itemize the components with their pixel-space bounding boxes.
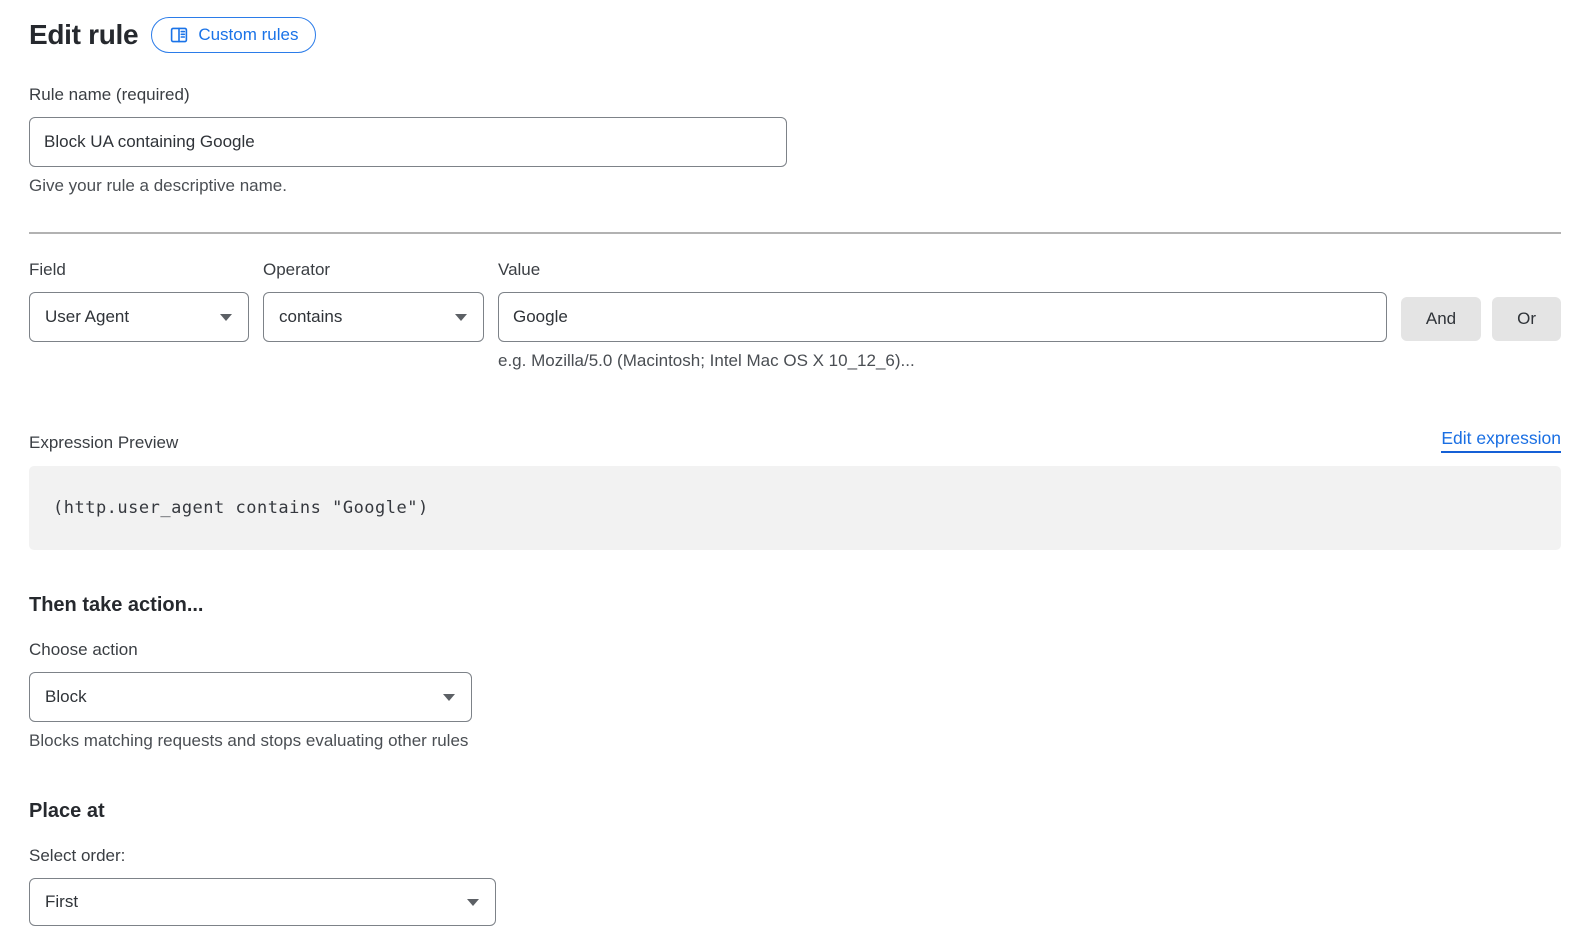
custom-rules-docs-button[interactable]: Custom rules xyxy=(151,17,316,53)
value-label: Value xyxy=(498,260,1387,280)
page-title: Edit rule xyxy=(29,19,138,51)
chevron-down-icon xyxy=(220,314,232,321)
or-button[interactable]: Or xyxy=(1492,297,1561,341)
expression-code-text: (http.user_agent contains "Google") xyxy=(53,498,429,518)
custom-rules-docs-label: Custom rules xyxy=(198,25,298,45)
field-column: Field User Agent xyxy=(29,260,249,342)
field-select[interactable]: User Agent xyxy=(29,292,249,342)
choose-action-label: Choose action xyxy=(29,640,1561,660)
action-section: Then take action... Choose action Block … xyxy=(29,594,1561,751)
operator-select-value: contains xyxy=(279,307,342,327)
order-select-value: First xyxy=(45,892,78,912)
rule-name-section: Rule name (required) Give your rule a de… xyxy=(29,85,1561,196)
operator-column: Operator contains xyxy=(263,260,484,342)
order-select-wrap: First xyxy=(29,878,496,926)
action-select-value: Block xyxy=(45,687,87,707)
action-select-wrap: Block xyxy=(29,672,472,722)
expression-preview-label: Expression Preview xyxy=(29,433,178,453)
open-book-icon xyxy=(169,25,189,45)
action-heading: Then take action... xyxy=(29,594,1561,617)
edit-rule-page: Edit rule Custom rules Rule name (requir… xyxy=(0,0,1587,926)
rule-name-helper: Give your rule a descriptive name. xyxy=(29,176,1561,196)
and-button[interactable]: And xyxy=(1401,297,1481,341)
operator-label: Operator xyxy=(263,260,484,280)
value-helper: e.g. Mozilla/5.0 (Macintosh; Intel Mac O… xyxy=(498,351,1387,371)
value-column: Value e.g. Mozilla/5.0 (Macintosh; Intel… xyxy=(498,260,1387,371)
rule-name-input[interactable] xyxy=(29,117,787,167)
expression-preview-header: Expression Preview Edit expression xyxy=(29,428,1561,453)
value-input[interactable] xyxy=(498,292,1387,342)
placement-section: Place at Select order: First xyxy=(29,800,1561,926)
action-select[interactable]: Block xyxy=(29,672,472,722)
chevron-down-icon xyxy=(467,899,479,906)
rule-name-label: Rule name (required) xyxy=(29,85,1561,105)
field-select-value: User Agent xyxy=(45,307,129,327)
field-label: Field xyxy=(29,260,249,280)
select-order-label: Select order: xyxy=(29,846,1561,866)
place-at-heading: Place at xyxy=(29,800,1561,823)
action-helper: Blocks matching requests and stops evalu… xyxy=(29,731,1561,751)
expression-code-block: (http.user_agent contains "Google") xyxy=(29,466,1561,550)
expression-preview-section: Expression Preview Edit expression (http… xyxy=(29,428,1561,550)
edit-expression-link[interactable]: Edit expression xyxy=(1441,428,1561,453)
chevron-down-icon xyxy=(455,314,467,321)
chevron-down-icon xyxy=(443,694,455,701)
logic-buttons: And Or xyxy=(1401,297,1561,341)
order-select[interactable]: First xyxy=(29,878,496,926)
section-divider xyxy=(29,232,1561,234)
condition-row: Field User Agent Operator contains Value… xyxy=(29,260,1561,371)
page-header: Edit rule Custom rules xyxy=(29,16,1561,54)
operator-select[interactable]: contains xyxy=(263,292,484,342)
rule-name-input-wrap xyxy=(29,117,787,167)
